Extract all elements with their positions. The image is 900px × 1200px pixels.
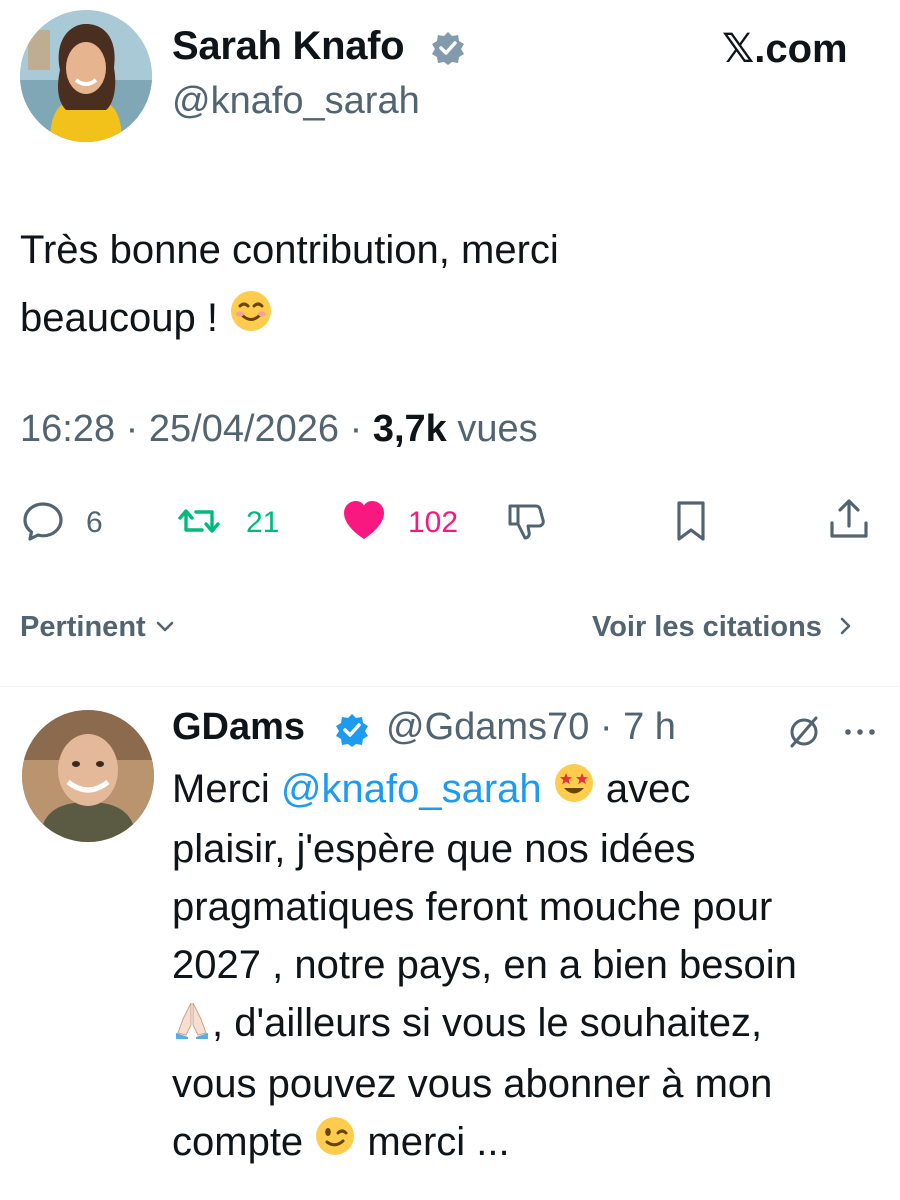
reply-author-avatar[interactable]: [22, 710, 154, 842]
meta-separator: ·: [599, 706, 613, 748]
tweet-date[interactable]: 25/04/2026: [149, 408, 339, 450]
avatar-portrait-icon: [20, 10, 152, 142]
share-icon[interactable]: [826, 496, 872, 542]
repost-icon[interactable]: [176, 498, 222, 544]
reply-icon[interactable]: [20, 498, 66, 544]
avatar-portrait-icon: [22, 710, 154, 842]
reply-text-line-7-start: compte: [172, 1119, 315, 1164]
reply-text-line-7: compte merci ...: [172, 1113, 872, 1173]
reply-text-line-4: 2027 , notre pays, en a bien besoin: [172, 943, 797, 988]
section-divider: [0, 686, 900, 687]
chevron-right-icon: [836, 612, 856, 645]
star-struck-icon: [553, 762, 595, 820]
like-heart-icon[interactable]: [340, 497, 386, 543]
site-logo[interactable]: 𝕏.com: [722, 26, 848, 72]
reply-text-line-2: plaisir, j'espère que nos idées: [172, 827, 696, 872]
reply-text-line-1: Merci @knafo_sarah avec: [172, 760, 872, 820]
reply-author-handle: @Gdams70 · 7 h: [386, 706, 676, 749]
reply-text-start: Merci: [172, 767, 281, 811]
folded-hands-icon: [172, 997, 212, 1055]
reply-handle[interactable]: @Gdams70: [386, 706, 589, 748]
tweet-text-line-1: Très bonne contribution, merci: [20, 228, 559, 272]
view-citations-label: Voir les citations: [592, 611, 822, 643]
meta-separator: ·: [125, 408, 139, 450]
dislike-icon[interactable]: [504, 498, 550, 544]
reply-text-line-7-end: merci ...: [356, 1119, 510, 1164]
reply-text-line-5-words: , d'ailleurs si vous le souhaitez,: [212, 1001, 763, 1046]
tweet-text: Très bonne contribution, merci beaucoup …: [20, 216, 880, 354]
reply-text: Merci @knafo_sarah avec plaisir, j'espèr…: [172, 760, 872, 1173]
repost-count: 21: [246, 506, 280, 539]
reply-count: 6: [86, 506, 103, 539]
tweet-meta: 16:28 · 25/04/2026 · 3,7k vues: [20, 408, 538, 451]
author-handle[interactable]: @knafo_sarah: [172, 80, 420, 123]
reply-time[interactable]: 7 h: [623, 706, 676, 748]
verified-badge-icon: [430, 30, 466, 66]
meta-separator: ·: [349, 408, 363, 450]
tweet-text-line-2-words: beaucoup !: [20, 296, 218, 340]
reply-mention-link[interactable]: @knafo_sarah: [281, 767, 542, 811]
reply-text-line-5: , d'ailleurs si vous le souhaitez,: [172, 994, 872, 1054]
bookmark-icon[interactable]: [668, 498, 714, 544]
reply-text-after-mention: avec: [594, 767, 691, 811]
views-count: 3,7k: [372, 408, 447, 450]
sort-dropdown[interactable]: Pertinent: [20, 611, 176, 645]
winking-face-icon: [314, 1115, 356, 1173]
tweet-time[interactable]: 16:28: [20, 408, 115, 450]
grok-icon[interactable]: [784, 712, 824, 752]
verified-badge-icon: [334, 712, 370, 748]
author-name[interactable]: Sarah Knafo: [172, 24, 405, 69]
tweet-text-line-2: beaucoup !: [20, 284, 880, 354]
reply-text-line-6: vous pouvez vous abonner à mon: [172, 1061, 773, 1106]
more-options-icon[interactable]: [840, 714, 880, 750]
like-count: 102: [408, 506, 459, 539]
view-citations-link[interactable]: Voir les citations: [592, 611, 856, 645]
reply-author-name[interactable]: GDams: [172, 706, 305, 749]
smiling-face-icon: [229, 286, 273, 354]
author-avatar[interactable]: [20, 10, 152, 142]
chevron-down-icon: [154, 612, 176, 645]
reply-text-line-3: pragmatiques feront mouche pour: [172, 885, 773, 930]
views-label: vues: [457, 408, 538, 450]
sort-label: Pertinent: [20, 611, 146, 643]
